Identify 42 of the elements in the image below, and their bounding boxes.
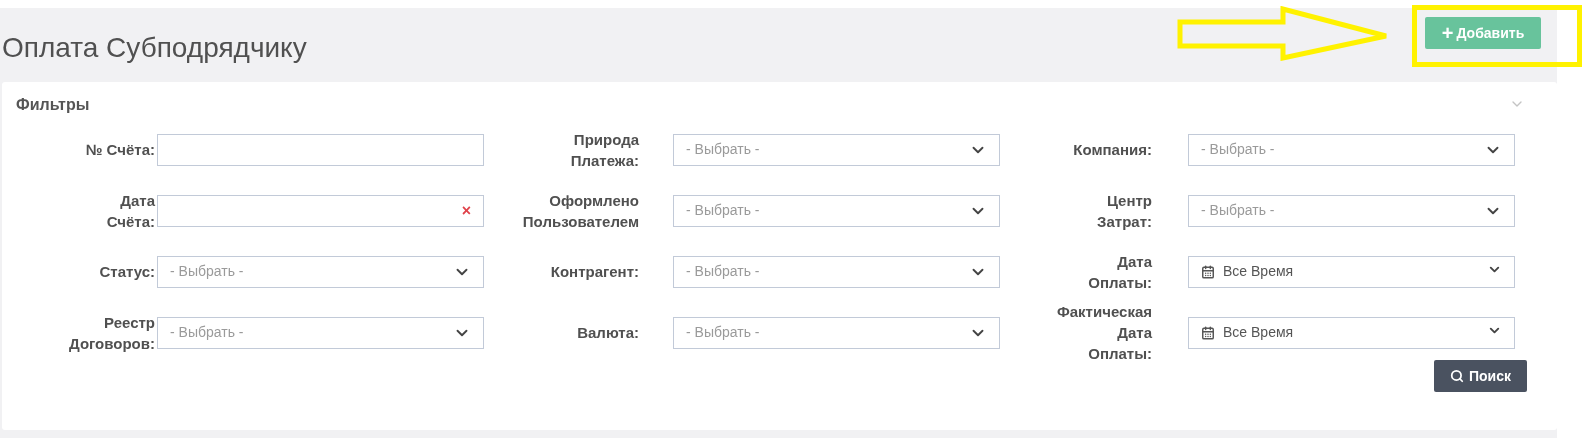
select-field[interactable]: - Выбрать - <box>673 194 1000 227</box>
select-placeholder: - Выбрать - <box>170 323 244 342</box>
filter-label: Природа Платежа: <box>569 129 640 171</box>
filter-label: Дата Счёта: <box>105 190 155 232</box>
filter-label: Оформлено Пользователем <box>521 190 640 232</box>
filter-label: Реестр Договоров: <box>68 312 155 354</box>
select-placeholder: - Выбрать - <box>686 140 760 159</box>
select-placeholder: - Выбрать - <box>686 262 760 281</box>
filter-label: Статус: <box>98 262 155 282</box>
search-button[interactable]: Поиск <box>1434 360 1527 392</box>
select-field[interactable]: - Выбрать - <box>1188 194 1515 227</box>
select-placeholder: - Выбрать - <box>170 262 244 281</box>
calendar-icon <box>1201 264 1215 279</box>
date-field[interactable]: × <box>157 194 484 227</box>
select-placeholder: - Выбрать - <box>686 323 760 342</box>
select-field[interactable]: - Выбрать - <box>673 316 1000 349</box>
filter-label: № Счёта: <box>84 140 155 160</box>
filter-label: Компания: <box>1072 140 1153 160</box>
page-title: Оплата Субподрядчику <box>2 31 307 65</box>
filter-label: Центр Затрат: <box>1096 190 1153 232</box>
date-range-field[interactable]: Все Время <box>1188 316 1515 349</box>
select-field[interactable]: - Выбрать - <box>157 255 484 288</box>
select-placeholder: - Выбрать - <box>1201 201 1275 220</box>
text-field[interactable] <box>157 133 484 166</box>
select-field[interactable]: - Выбрать - <box>157 316 484 349</box>
clear-icon[interactable]: × <box>461 202 471 219</box>
select-field[interactable]: - Выбрать - <box>673 133 1000 166</box>
select-field[interactable]: - Выбрать - <box>1188 133 1515 166</box>
select-placeholder: - Выбрать - <box>1201 140 1275 159</box>
date-range-field[interactable]: Все Время <box>1188 255 1515 288</box>
date-range-value: Все Время <box>1223 323 1294 342</box>
filter-label: Дата Оплаты: <box>1087 251 1153 293</box>
calendar-icon <box>1201 325 1215 340</box>
filter-label: Валюта: <box>576 323 640 343</box>
filters-title: Фильтры <box>16 94 90 115</box>
select-field[interactable]: - Выбрать - <box>673 255 1000 288</box>
filter-label: Контрагент: <box>549 262 640 282</box>
search-icon <box>1450 369 1464 383</box>
date-range-value: Все Время <box>1223 262 1294 281</box>
select-placeholder: - Выбрать - <box>686 201 760 220</box>
add-button[interactable]: +Добавить <box>1425 17 1541 49</box>
filter-label: Фактическая Дата Оплаты: <box>1055 302 1153 364</box>
